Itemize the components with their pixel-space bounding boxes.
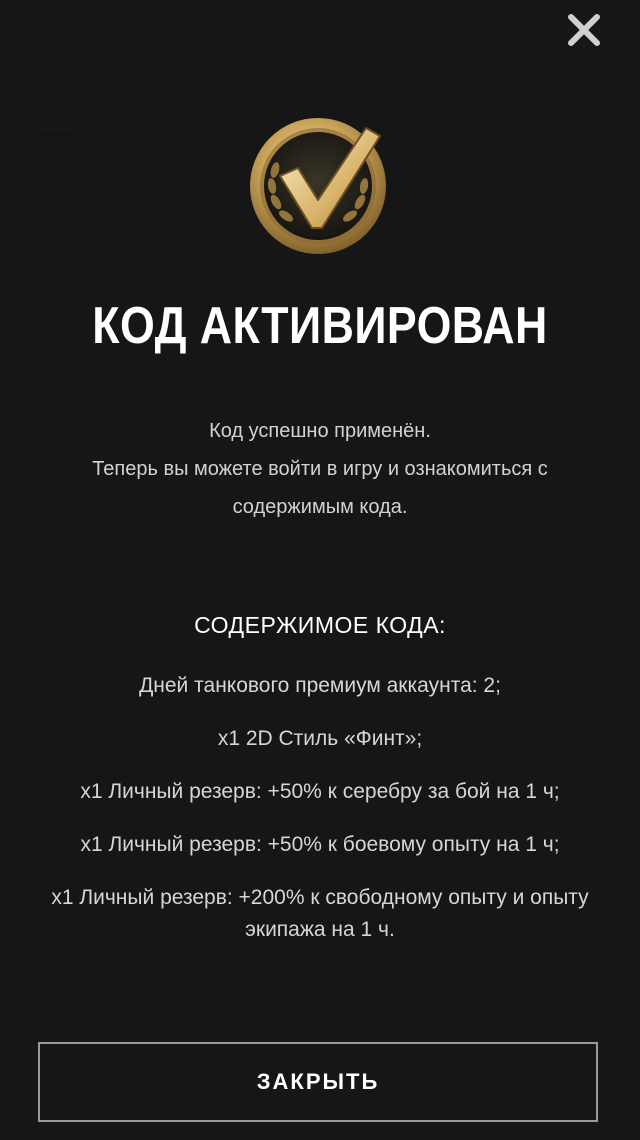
- success-message: Код успешно применён.: [209, 420, 431, 442]
- list-item: x1 Личный резерв: +200% к свободному опы…: [51, 886, 589, 941]
- checkmark-badge-icon: [246, 110, 394, 258]
- modal-title: КОД АКТИВИРОВАН: [92, 297, 548, 355]
- list-item: x1 Личный резерв: +50% к боевому опыту н…: [80, 833, 560, 856]
- close-button[interactable]: ЗАКРЫТЬ: [38, 1042, 598, 1122]
- contents-title: СОДЕРЖИМОЕ КОДА:: [194, 612, 446, 638]
- instruction-message: Теперь вы можете войти в игру и ознакоми…: [92, 458, 548, 518]
- code-activated-modal: КОД АКТИВИРОВАН Код успешно применён. Те…: [0, 0, 640, 1140]
- close-icon[interactable]: [566, 12, 602, 48]
- list-item: Дней танкового премиум аккаунта: 2;: [139, 674, 501, 697]
- list-item: x1 2D Стиль «Финт»;: [217, 727, 423, 750]
- modal-description: Код успешно применён. Теперь вы можете в…: [40, 412, 600, 526]
- contents-list: Дней танкового премиум аккаунта: 2; x1 2…: [40, 670, 600, 967]
- screen: КОД АКТИВИРОВАН Код успешно применён. Те…: [0, 0, 640, 1140]
- close-icon-graphic: [568, 14, 600, 46]
- list-item: x1 Личный резерв: +50% к серебру за бой …: [80, 780, 560, 803]
